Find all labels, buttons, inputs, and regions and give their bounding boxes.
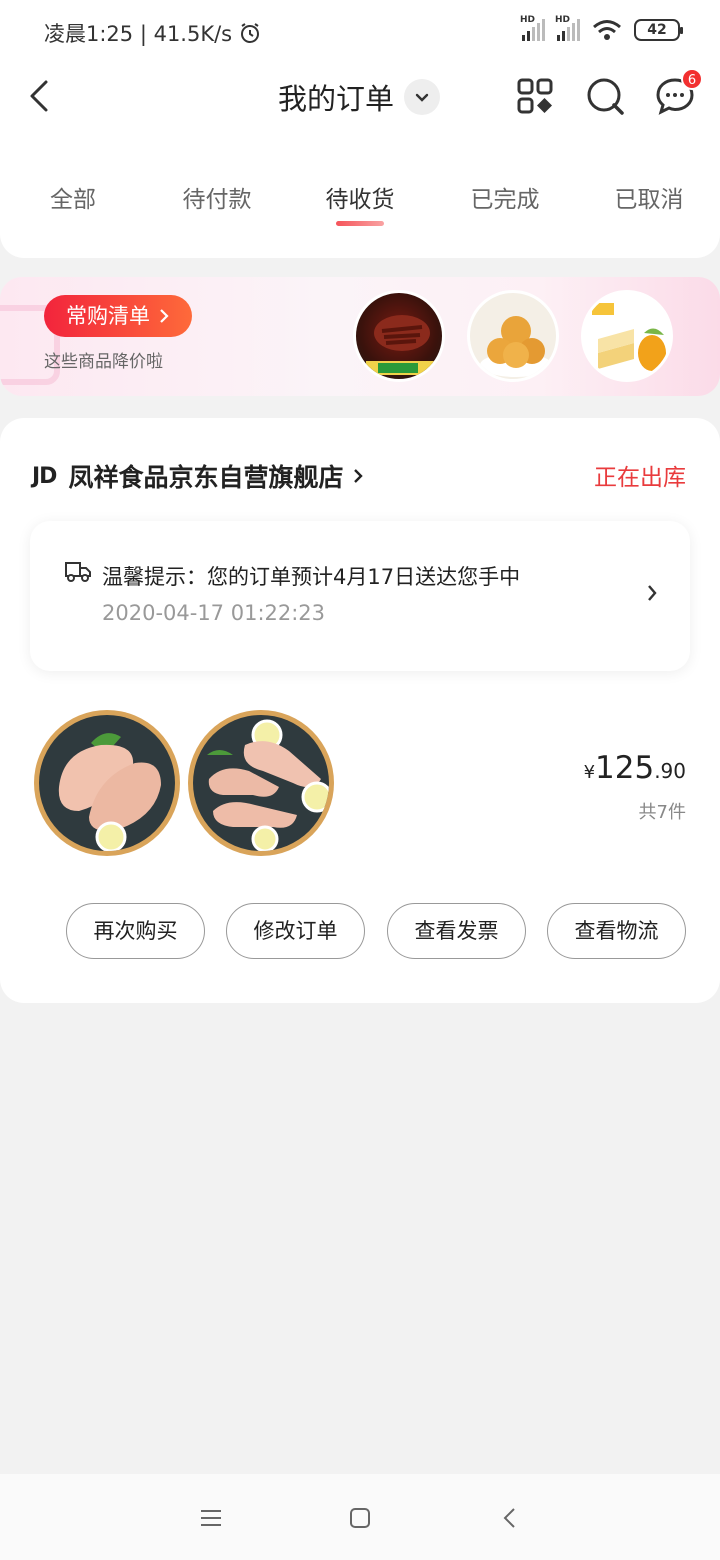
view-invoice-button[interactable]: 查看发票 [387, 903, 526, 959]
price-integer: 125 [595, 750, 655, 786]
tab-pending-payment[interactable]: 待付款 [162, 180, 272, 214]
tab-pending-receipt[interactable]: 待收货 [305, 180, 415, 214]
order-price: ¥125.90 [584, 750, 686, 786]
signal-icon: HD [520, 15, 545, 41]
status-time-speed: 凌晨1:25 | 41.5K/s [44, 22, 233, 46]
chevron-right-icon [160, 309, 169, 323]
tab-completed[interactable]: 已完成 [450, 180, 560, 214]
tab-all[interactable]: 全部 [18, 180, 128, 214]
track-shipment-button[interactable]: 查看物流 [547, 903, 686, 959]
jd-logo: JD [32, 463, 57, 489]
order-card[interactable]: JD 凤祥食品京东自营旗舰店 正在出库 温馨提示：您的订单预计4月17日送达您手… [0, 418, 720, 1003]
price-decimal: .90 [654, 759, 686, 783]
chevron-down-icon [404, 79, 441, 115]
chevron-right-icon [648, 585, 657, 601]
delivery-tip-time: 2020-04-17 01:22:23 [102, 601, 326, 625]
delivery-tip-text: 温馨提示：您的订单预计4月17日送达您手中 [102, 565, 521, 589]
product-thumbnail[interactable] [353, 290, 445, 382]
product-image[interactable] [188, 710, 334, 856]
product-image[interactable] [34, 710, 180, 856]
top-section: 凌晨1:25 | 41.5K/s HD HD 42 我的订单 6 全部 待付款 … [0, 0, 720, 258]
truck-icon [65, 562, 91, 582]
active-tab-indicator [336, 221, 384, 226]
item-count: 共7件 [638, 802, 686, 823]
product-thumbnail[interactable] [467, 290, 559, 382]
back-arrow-icon[interactable] [22, 76, 58, 116]
hd-label: HD [555, 15, 571, 25]
battery-icon: 42 [634, 19, 683, 41]
status-bar: 凌晨1:25 | 41.5K/s HD HD 42 [0, 0, 720, 64]
search-icon[interactable] [585, 76, 625, 116]
frequent-purchase-banner[interactable]: 常购清单 这些商品降价啦 [0, 277, 720, 396]
page-title: 我的订单 [278, 82, 395, 116]
banner-subtitle: 这些商品降价啦 [44, 352, 163, 372]
home-icon[interactable] [346, 1504, 374, 1532]
message-button[interactable]: 6 [655, 68, 703, 116]
message-count-badge: 6 [681, 68, 703, 90]
signal-icon: HD [555, 15, 580, 41]
delivery-tip[interactable]: 温馨提示：您的订单预计4月17日送达您手中 2020-04-17 01:22:2… [30, 521, 690, 671]
modify-order-button[interactable]: 修改订单 [226, 903, 365, 959]
chevron-right-icon [354, 469, 364, 483]
frequent-list-button[interactable]: 常购清单 [44, 295, 192, 337]
tab-cancelled[interactable]: 已取消 [594, 180, 704, 214]
hd-label: HD [520, 15, 536, 25]
buy-again-button[interactable]: 再次购买 [66, 903, 205, 959]
menu-icon[interactable] [197, 1504, 225, 1532]
back-icon[interactable] [497, 1504, 525, 1532]
navigation-bar: 我的订单 6 [0, 64, 720, 128]
alarm-icon [241, 23, 260, 43]
wifi-icon [593, 20, 621, 40]
frequent-list-label: 常购清单 [66, 304, 150, 328]
shop-link[interactable]: JD 凤祥食品京东自营旗舰店 [32, 458, 365, 494]
system-navigation-bar [0, 1474, 720, 1560]
shop-name: 凤祥食品京东自营旗舰店 [68, 463, 344, 492]
category-grid-icon[interactable] [515, 76, 555, 116]
price-currency: ¥ [583, 762, 596, 783]
product-thumbnail[interactable] [581, 290, 673, 382]
title-dropdown[interactable]: 我的订单 [278, 76, 441, 118]
order-status: 正在出库 [594, 465, 686, 491]
